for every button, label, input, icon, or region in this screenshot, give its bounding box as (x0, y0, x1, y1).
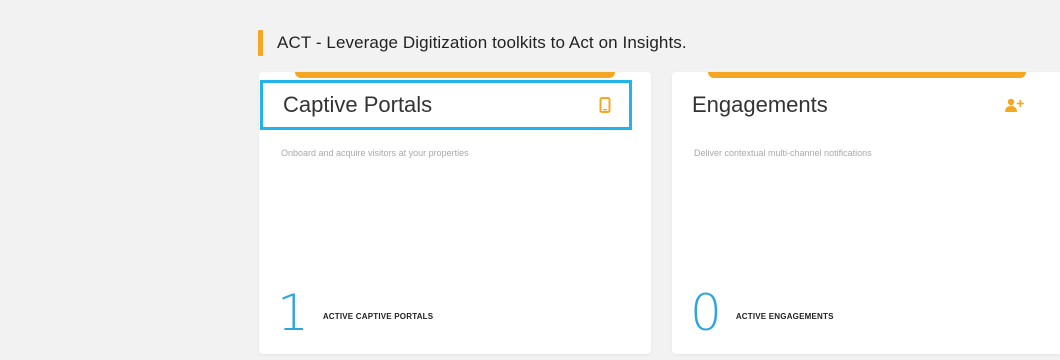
card-title: Captive Portals (283, 92, 433, 117)
captive-portals-header[interactable]: Captive Portals (260, 80, 632, 130)
card-accent-strip (295, 72, 615, 78)
captive-portals-card[interactable]: Captive Portals Onboard and acquire visi… (259, 72, 651, 354)
stat-label: ACTIVE ENGAGEMENTS (735, 311, 834, 321)
card-description: Deliver contextual multi-channel notific… (694, 148, 872, 158)
active-captive-portals-stat: 1 ACTIVE CAPTIVE PORTALS (277, 288, 433, 338)
section-header: ACT - Leverage Digitization toolkits to … (258, 30, 687, 56)
phone-icon (599, 97, 611, 113)
card-description: Onboard and acquire visitors at your pro… (281, 148, 469, 158)
section-accent-bar (258, 30, 263, 56)
card-title: Engagements (692, 92, 828, 117)
stat-label: ACTIVE CAPTIVE PORTALS (322, 311, 434, 321)
stat-value: 1 (277, 284, 309, 342)
card-accent-strip (708, 72, 1026, 78)
engagements-card[interactable]: Engagements Deliver contextual multi-cha… (672, 72, 1060, 354)
stat-value: 0 (690, 284, 722, 342)
engagements-header[interactable]: Engagements (672, 80, 1032, 130)
section-title: ACT - Leverage Digitization toolkits to … (277, 33, 687, 52)
active-engagements-stat: 0 ACTIVE ENGAGEMENTS (690, 288, 834, 338)
add-user-icon (1004, 97, 1024, 113)
